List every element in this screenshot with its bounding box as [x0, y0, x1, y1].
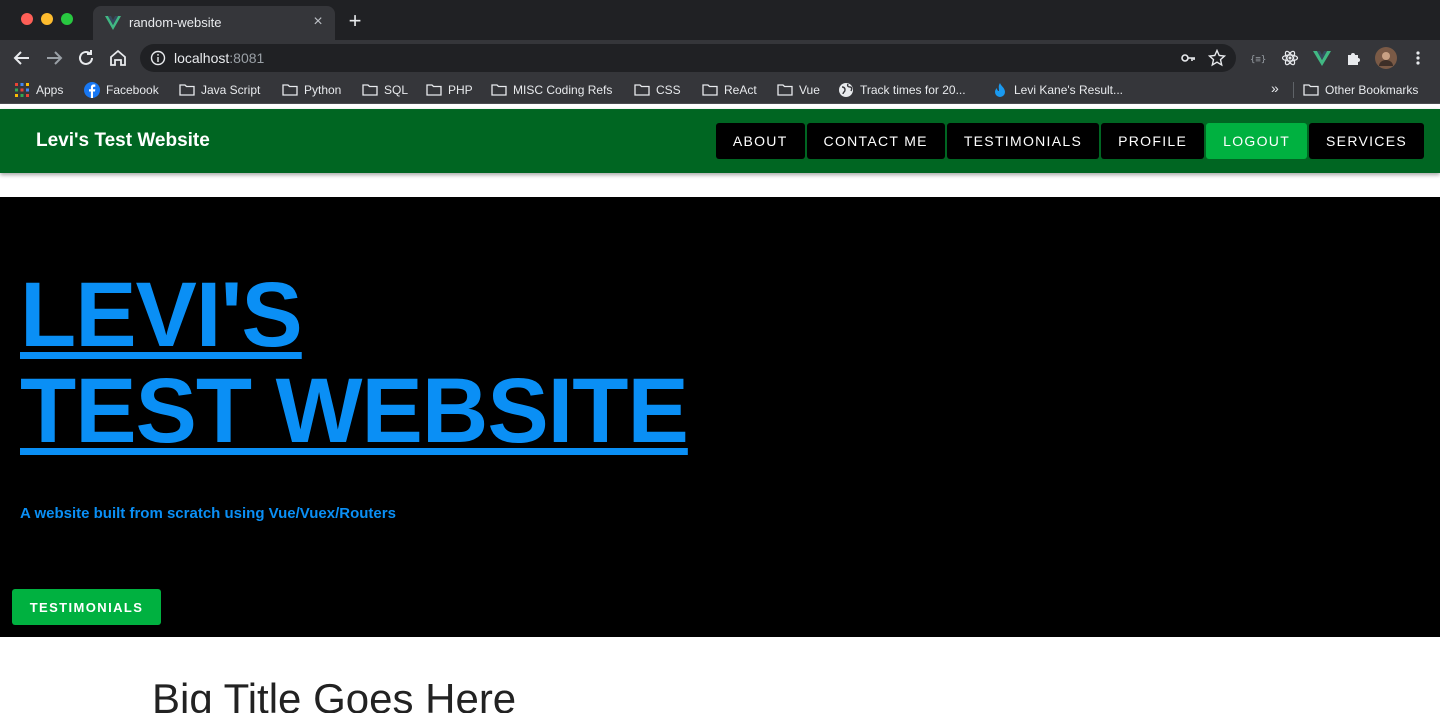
maximize-window-button[interactable]: [61, 13, 73, 25]
site-app-bar: Levi's Test Website ABOUT CONTACT ME TES…: [0, 109, 1440, 173]
folder-icon: [426, 84, 442, 96]
bookmark-misc-coding-refs[interactable]: MISC Coding Refs: [491, 81, 612, 99]
forward-icon[interactable]: [42, 46, 66, 70]
hero-testimonials-button[interactable]: TESTIMONIALS: [12, 589, 161, 625]
bookmark-levi-kane-results[interactable]: Levi Kane's Result...: [992, 81, 1123, 99]
minimize-window-button[interactable]: [41, 13, 53, 25]
key-icon[interactable]: [1180, 50, 1196, 66]
new-tab-button[interactable]: +: [344, 10, 366, 32]
browser-tab[interactable]: random-website ×: [93, 6, 335, 40]
profile-avatar[interactable]: [1375, 47, 1397, 69]
close-window-button[interactable]: [21, 13, 33, 25]
bookmark-label: Facebook: [106, 83, 159, 97]
vue-logo-icon: [105, 16, 121, 30]
bookmark-other-bookmarks[interactable]: Other Bookmarks: [1303, 81, 1418, 99]
bookmark-label: PHP: [448, 83, 473, 97]
extensions-puzzle-icon[interactable]: [1345, 49, 1363, 67]
bookmark-label: Other Bookmarks: [1325, 83, 1419, 97]
folder-icon: [491, 84, 507, 96]
more-bookmarks-chevron-icon[interactable]: »: [1271, 80, 1279, 96]
bookmark-track-times[interactable]: Track times for 20...: [838, 81, 966, 99]
bookmark-apps[interactable]: Apps: [14, 81, 63, 99]
bookmark-java-script[interactable]: Java Script: [179, 81, 260, 99]
bookmark-label: Java Script: [201, 83, 261, 97]
browser-tab-strip: random-website × +: [0, 0, 1440, 40]
browser-toolbar: localhost:8081 {≡}: [0, 40, 1440, 76]
url-text: localhost:8081: [174, 50, 265, 66]
tab-title: random-website: [129, 15, 222, 30]
folder-icon: [634, 84, 650, 96]
nav-testimonials-button[interactable]: TESTIMONIALS: [946, 123, 1100, 159]
bookmark-sql[interactable]: SQL: [362, 81, 408, 99]
folder-icon: [179, 84, 195, 96]
bookmark-label: MISC Coding Refs: [513, 83, 613, 97]
section-title: Big Title Goes Here: [152, 675, 517, 713]
react-devtools-icon[interactable]: [1281, 49, 1299, 67]
hero-title-line-2: TEST WEBSITE: [20, 360, 689, 462]
nav-logout-button[interactable]: LOGOUT: [1206, 123, 1308, 159]
bookmark-react[interactable]: ReAct: [702, 81, 757, 99]
bookmark-vue[interactable]: Vue: [777, 81, 820, 99]
hero-subtitle: A website built from scratch using Vue/V…: [20, 505, 396, 522]
tab-close-icon[interactable]: ×: [309, 13, 327, 31]
bookmarks-divider: [1293, 82, 1294, 98]
info-icon[interactable]: [150, 50, 166, 66]
nav-about-button[interactable]: ABOUT: [715, 123, 805, 159]
facebook-icon: [84, 82, 100, 98]
bookmark-label: Vue: [799, 83, 820, 97]
folder-icon: [777, 84, 793, 96]
folder-icon: [702, 84, 718, 96]
hero-title-link[interactable]: LEVI'S TEST WEBSITE: [20, 264, 689, 462]
site-title[interactable]: Levi's Test Website: [36, 130, 210, 152]
hero-title-line-1: LEVI'S: [20, 264, 303, 366]
folder-icon: [282, 84, 298, 96]
site-nav: ABOUT CONTACT ME TESTIMONIALS PROFILE LO…: [715, 123, 1424, 159]
home-icon[interactable]: [106, 46, 130, 70]
reload-icon[interactable]: [74, 46, 98, 70]
bookmark-label: ReAct: [724, 83, 757, 97]
nav-profile-button[interactable]: PROFILE: [1101, 123, 1205, 159]
bookmark-label: Apps: [36, 83, 64, 97]
bookmark-label: SQL: [384, 83, 409, 97]
bookmark-label: Python: [304, 83, 342, 97]
bookmark-facebook[interactable]: Facebook: [84, 81, 159, 99]
bookmarks-bar: Apps Facebook Java Script Python SQL PHP…: [0, 76, 1440, 104]
bookmark-php[interactable]: PHP: [426, 81, 473, 99]
bookmark-star-icon[interactable]: [1208, 49, 1226, 67]
apps-grid-icon: [15, 83, 29, 97]
back-icon[interactable]: [10, 46, 34, 70]
hero-section: LEVI'S TEST WEBSITE A website built from…: [0, 197, 1440, 637]
svg-text:{≡}: {≡}: [1250, 55, 1266, 65]
folder-icon: [1303, 84, 1319, 96]
menu-kebab-icon[interactable]: [1409, 49, 1427, 67]
bookmark-label: CSS: [656, 83, 681, 97]
bookmark-label: Track times for 20...: [860, 83, 966, 97]
flame-icon: [995, 83, 1005, 97]
folder-icon: [362, 84, 378, 96]
bookmark-css[interactable]: CSS: [634, 81, 681, 99]
web-page: Levi's Test Website ABOUT CONTACT ME TES…: [0, 105, 1440, 713]
extension-json-icon[interactable]: {≡}: [1249, 49, 1267, 67]
nav-contact-me-button[interactable]: CONTACT ME: [806, 123, 945, 159]
address-bar[interactable]: localhost:8081: [140, 44, 1236, 72]
bookmark-python[interactable]: Python: [282, 81, 341, 99]
bookmark-label: Levi Kane's Result...: [1014, 83, 1124, 97]
vue-devtools-icon[interactable]: [1313, 49, 1331, 67]
nav-services-button[interactable]: SERVICES: [1309, 123, 1424, 159]
globe-icon: [839, 83, 853, 97]
